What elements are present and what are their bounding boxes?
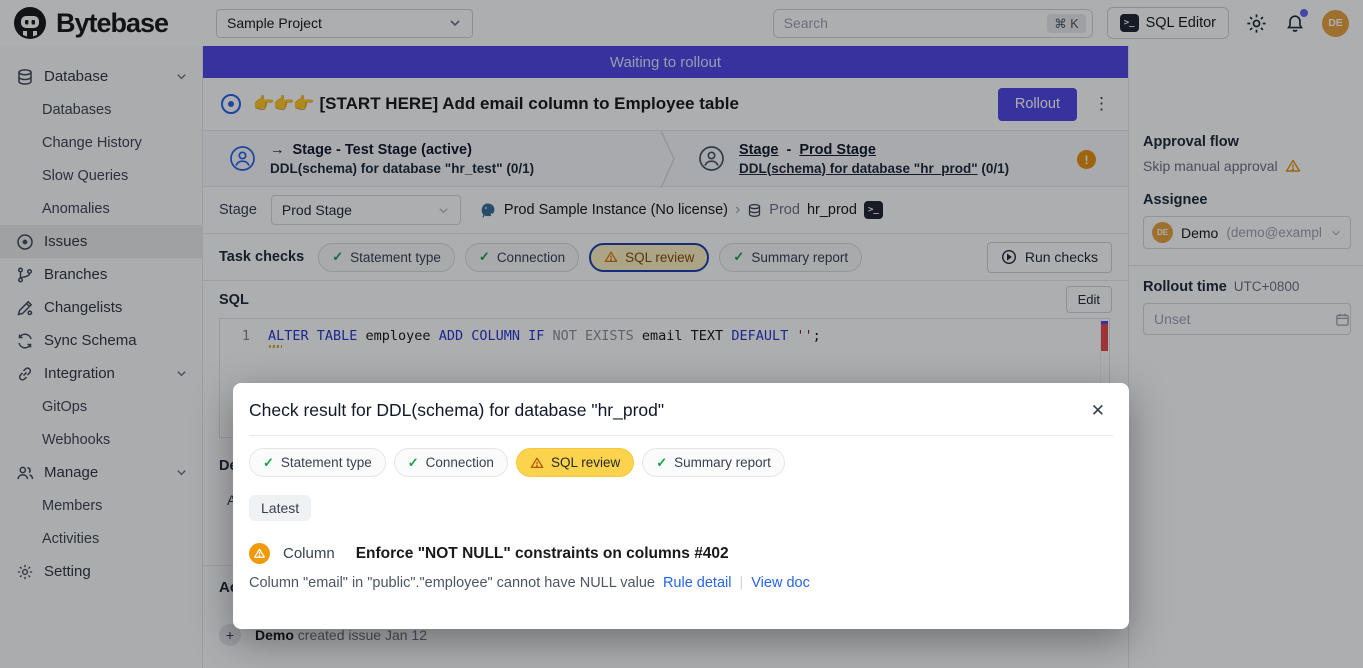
latest-badge: Latest xyxy=(249,495,311,521)
modal-title: Check result for DDL(schema) for databas… xyxy=(249,400,664,421)
link-separator: | xyxy=(739,575,743,591)
finding-message: Column "email" in "public"."employee" ca… xyxy=(233,564,1129,591)
check-icon: ✓ xyxy=(263,455,274,471)
check-result-modal: Check result for DDL(schema) for databas… xyxy=(233,383,1129,629)
finding-category: Column xyxy=(283,545,335,562)
modal-check-tabs: ✓Statement type ✓Connection SQL review ✓… xyxy=(233,436,1129,477)
finding-row: Column Enforce "NOT NULL" constraints on… xyxy=(233,521,1129,564)
check-icon: ✓ xyxy=(408,455,419,471)
view-doc-link[interactable]: View doc xyxy=(751,575,810,591)
modal-check-statement-type[interactable]: ✓Statement type xyxy=(249,448,386,477)
modal-check-summary-report[interactable]: ✓Summary report xyxy=(642,448,785,477)
rule-detail-link[interactable]: Rule detail xyxy=(663,575,732,591)
finding-rule-title: Enforce "NOT NULL" constraints on column… xyxy=(356,545,729,563)
close-icon[interactable]: ✕ xyxy=(1091,401,1105,421)
modal-check-connection[interactable]: ✓Connection xyxy=(394,448,508,477)
check-icon: ✓ xyxy=(656,455,667,471)
warning-badge-icon xyxy=(249,543,270,564)
modal-check-sql-review[interactable]: SQL review xyxy=(516,448,634,477)
warning-triangle-icon xyxy=(530,456,544,470)
bytebase-app: Bytebase Sample Project ⌘ K >_ SQL Edito… xyxy=(0,0,1363,668)
